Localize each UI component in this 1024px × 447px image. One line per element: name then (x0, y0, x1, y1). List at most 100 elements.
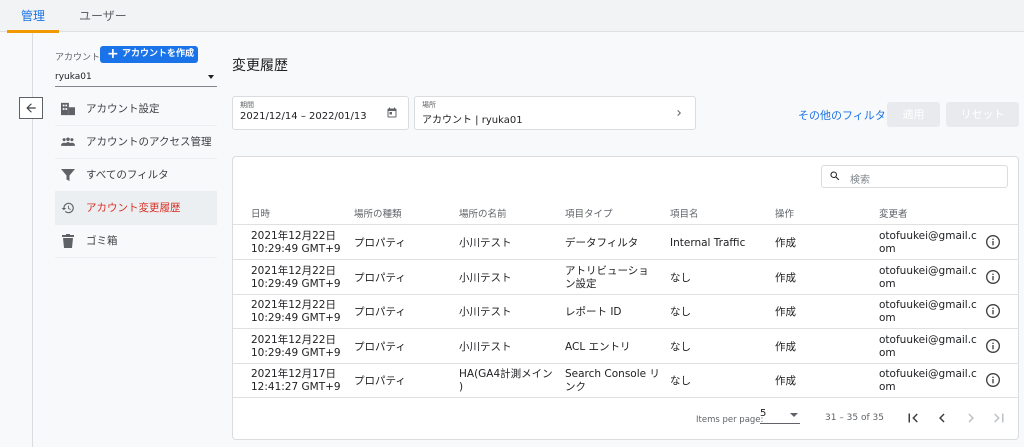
cell-item-type: Search Console リンク (565, 368, 660, 394)
cell-operation: 作成 (775, 375, 796, 388)
cell-operation-line: 作成 (775, 306, 796, 318)
table-row: 2021年12月22日 10:29:49 GMT+9 プロパティ 小川テスト アトリビュ… (233, 261, 1018, 295)
cell-operation-line: 作成 (775, 271, 796, 284)
tab-admin[interactable]: 管理 (6, 0, 60, 33)
pagination-bar: Items per page: 5 31 – 35 of 35 (233, 400, 1018, 439)
plus-icon: + (107, 46, 119, 62)
cell-location-name: 小川テスト (459, 237, 512, 250)
column-header-location-name: 場所の名前 (459, 209, 507, 220)
cell-changed-by-line: otofuukei@gmail.c (879, 368, 977, 380)
cell-location-name-line: ) (459, 381, 464, 393)
location-field[interactable]: 場所 アカウント | ryuka01 (414, 96, 696, 130)
dropdown-arrow-icon (208, 75, 214, 79)
cell-operation: 作成 (775, 272, 796, 285)
period-label: 期間 (240, 101, 254, 109)
apply-button[interactable]: 適用 (887, 102, 940, 127)
cell-location-type: プロパティ (354, 375, 406, 388)
sidebar-item-all-filters[interactable]: すべてのフィルタ (55, 159, 217, 192)
period-field[interactable]: 期間 2021/12/14 – 2022/01/13 (232, 96, 409, 130)
sidebar-item-trash[interactable]: ゴミ箱 (55, 225, 217, 258)
cell-location-type: プロパティ (354, 237, 406, 250)
cell-location-type-line: プロパティ (354, 306, 406, 318)
building-icon (61, 102, 75, 116)
location-label: 場所 (422, 101, 436, 109)
cell-changed-by-line: om (879, 277, 896, 290)
cell-item-name: Internal Traffic (670, 237, 745, 250)
cell-location-name: 小川テスト (459, 306, 512, 319)
cell-changed-by: otofuukei@gmail.c om (879, 299, 977, 325)
cell-location-type-line: プロパティ (354, 375, 406, 387)
cell-date-line: 12:41:27 GMT+9 (251, 381, 341, 393)
sidebar-nav: アカウント設定 アカウントのアクセス管理 すべてのフィルタ アカウント変更履歴 … (55, 93, 217, 258)
change-history-table-card: 検索 日時 場所の種類 場所の名前 項目タイプ 項目名 操作 変更者 2021年… (232, 156, 1019, 440)
cell-item-name-line: なし (670, 306, 691, 318)
info-icon[interactable] (985, 338, 1001, 354)
cell-item-type: データフィルタ (565, 237, 638, 250)
cell-date-line: 10:29:49 GMT+9 (251, 243, 341, 255)
cell-location-name-line: 小川テスト (459, 237, 512, 249)
search-input[interactable]: 検索 (821, 165, 1008, 188)
cell-location-name-line: 小川テスト (459, 271, 512, 284)
cell-changed-by-line: om (879, 312, 896, 324)
cell-date-line: 2021年12月22日 (251, 230, 336, 242)
column-header-item-type: 項目タイプ (565, 209, 613, 220)
chevron-right-icon (673, 107, 685, 122)
back-arrow-button[interactable] (19, 97, 43, 119)
period-value: 2021/12/14 – 2022/01/13 (240, 111, 367, 122)
info-icon[interactable] (985, 303, 1001, 319)
cell-changed-by-line: om (879, 381, 896, 393)
more-filters-link[interactable]: その他のフィルタ (798, 107, 886, 123)
cell-location-name: 小川テスト (459, 341, 512, 354)
sidebar-item-label: アカウント設定 (86, 103, 160, 115)
first-page-icon[interactable] (904, 409, 922, 427)
dropdown-arrow-icon (790, 413, 798, 417)
cell-date-line: 2021年12月22日 (251, 333, 336, 346)
cell-date: 2021年12月17日 12:41:27 GMT+9 (251, 368, 341, 394)
info-icon[interactable] (985, 372, 1001, 388)
column-header-item-name: 項目名 (670, 209, 699, 220)
location-value: アカウント | ryuka01 (422, 115, 523, 126)
previous-page-icon[interactable] (933, 409, 951, 427)
tab-user[interactable]: ユーザー (79, 0, 127, 32)
cell-location-name-line: HA(GA4計測メイン (459, 368, 553, 380)
cell-date-line: 10:29:49 GMT+9 (251, 346, 341, 359)
sidebar-item-account-settings[interactable]: アカウント設定 (55, 93, 217, 126)
cell-item-name-line: Internal Traffic (670, 237, 746, 249)
table-header: 日時 場所の種類 場所の名前 項目タイプ 項目名 操作 変更者 (233, 197, 1018, 225)
account-label: アカウント (55, 53, 101, 63)
cell-changed-by-line: otofuukei@gmail.c (879, 333, 977, 346)
sidebar-item-label: アカウントのアクセス管理 (86, 136, 212, 148)
cell-changed-by-line: om (879, 346, 896, 359)
cell-operation-line: 作成 (775, 375, 796, 387)
create-account-button[interactable]: + アカウントを作成 (100, 46, 198, 63)
cell-changed-by-line: otofuukei@gmail.c (879, 230, 977, 242)
cell-changed-by: otofuukei@gmail.c om (879, 230, 977, 256)
cell-item-type: ACL エントリ (565, 341, 631, 354)
account-select[interactable]: ryuka01 (55, 70, 217, 87)
cell-date: 2021年12月22日 10:29:49 GMT+9 (251, 334, 341, 360)
cell-item-type-line: データフィルタ (565, 237, 639, 249)
info-icon[interactable] (985, 234, 1001, 250)
reset-button[interactable]: リセット (946, 102, 1019, 127)
trash-icon (61, 234, 75, 248)
sidebar-item-label: アカウント変更履歴 (86, 202, 181, 214)
cell-location-type-line: プロパティ (354, 237, 406, 249)
next-page-icon[interactable] (962, 409, 980, 427)
last-page-icon[interactable] (990, 409, 1008, 427)
sidebar-item-access-management[interactable]: アカウントのアクセス管理 (55, 126, 217, 159)
cell-date-line: 10:29:49 GMT+9 (251, 277, 341, 290)
info-icon[interactable] (985, 269, 1001, 285)
cell-location-name-line: 小川テスト (459, 340, 512, 353)
items-per-page-select[interactable]: 5 (760, 408, 800, 424)
cell-date-line: 2021年12月22日 (251, 299, 336, 311)
sidebar-item-change-history[interactable]: アカウント変更履歴 (55, 192, 217, 225)
page-title: 変更履歴 (232, 58, 288, 74)
cell-location-name-line: 小川テスト (459, 306, 512, 318)
items-per-page-value: 5 (760, 408, 767, 419)
cell-location-type: プロパティ (354, 341, 406, 354)
history-icon (61, 201, 75, 215)
calendar-icon (386, 107, 398, 122)
cell-item-type: アトリビューショ ン設定 (565, 265, 649, 291)
column-header-location-type: 場所の種類 (354, 209, 402, 220)
create-account-label: アカウントを作成 (122, 49, 195, 59)
